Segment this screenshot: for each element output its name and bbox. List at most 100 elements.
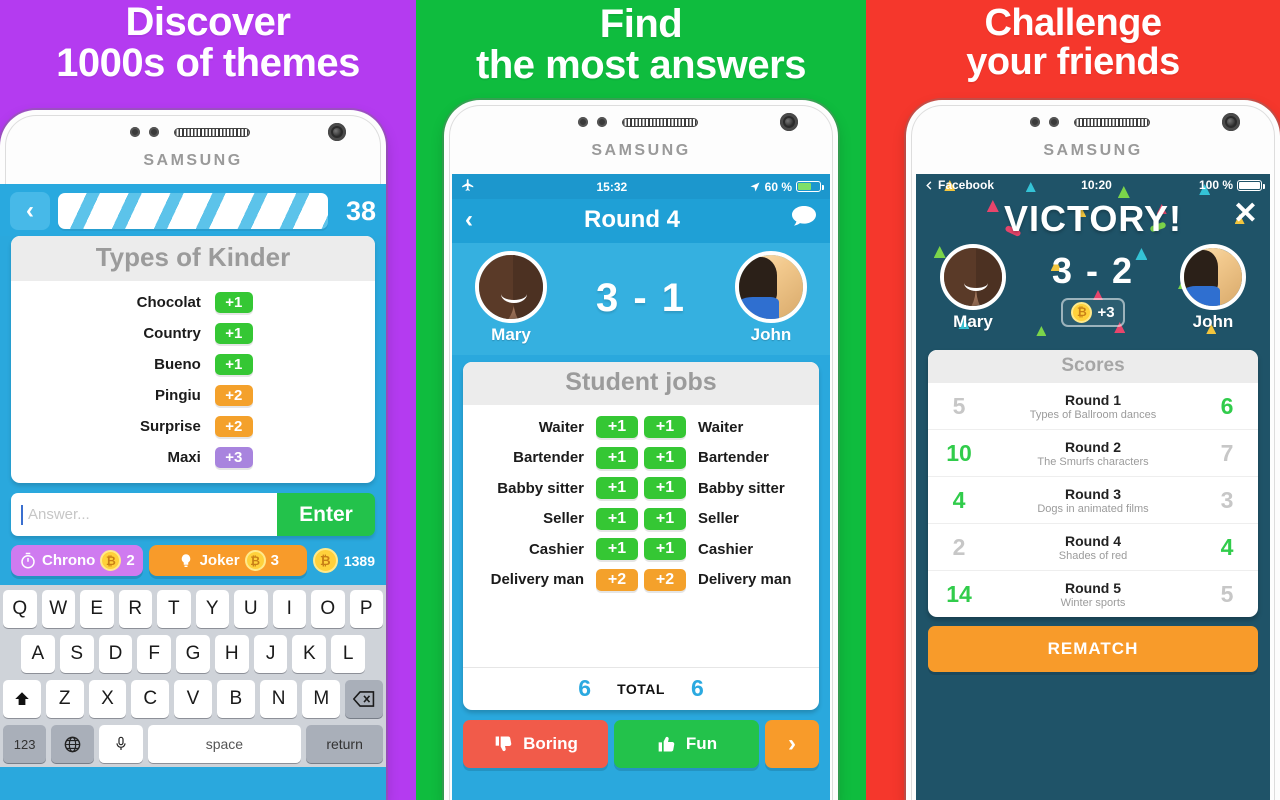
panel-1-headline-line1: Discover	[125, 0, 291, 44]
round-theme: Dogs in animated films	[1037, 503, 1149, 515]
coin-balance-display[interactable]: ₿ 1389	[312, 548, 375, 573]
chat-bubble-icon[interactable]	[791, 205, 817, 234]
phone-screen-2: 15:32 60 % ‹ Round 4 Mary 3 - 1 John Stu…	[452, 174, 830, 800]
answer-row: Chocolat +1	[11, 287, 375, 318]
left-points-cell: +1	[593, 507, 641, 530]
phone-brand-label-1: SAMSUNG	[143, 152, 243, 169]
phone-sensors-3	[1030, 117, 1156, 127]
key-g[interactable]: G	[176, 635, 210, 673]
key-f[interactable]: F	[137, 635, 172, 673]
status-back-app[interactable]: Facebook	[924, 178, 994, 192]
chrono-count: 2	[126, 552, 135, 569]
left-answer-label: Seller	[543, 510, 584, 528]
game-topbar: ‹ 38	[0, 184, 386, 236]
victory-title: VICTORY!	[1003, 198, 1182, 239]
shift-key[interactable]	[2, 680, 41, 718]
key-c[interactable]: C	[131, 680, 170, 718]
rematch-button[interactable]: REMATCH	[928, 626, 1258, 672]
dual-row: Delivery man +2 +2 Delivery man	[463, 565, 819, 596]
return-key[interactable]: return	[306, 725, 383, 763]
ios-status-bar: 15:32 60 %	[452, 174, 830, 199]
boring-button[interactable]: Boring	[463, 720, 608, 768]
right-answer-label: Babby sitter	[698, 479, 785, 497]
back-button[interactable]: ‹	[10, 192, 50, 230]
light-sensor-icon	[1049, 117, 1059, 127]
right-answer-label: Delivery man	[698, 571, 792, 589]
left-points-badge: +1	[596, 538, 638, 561]
final-score: 3 - 2	[1051, 249, 1135, 291]
score-row: 10 Round 2 The Smurfs characters 7	[928, 430, 1258, 477]
key-s[interactable]: S	[59, 635, 94, 673]
light-sensor-icon	[149, 127, 159, 137]
key-v[interactable]: V	[174, 680, 212, 718]
key-z[interactable]: Z	[45, 680, 84, 718]
key-l[interactable]: L	[331, 635, 366, 673]
key-n[interactable]: N	[259, 680, 298, 718]
round-score-right: 7	[1220, 440, 1234, 466]
phone-screen-3: Facebook 10:20 100 % VICTORY! ✕ Mary 3 -…	[916, 174, 1270, 800]
chrono-powerup-button[interactable]: Chrono ₿ 2	[11, 545, 143, 576]
round-score-left: 4	[952, 487, 966, 513]
answer-input-row: Answer... Enter	[11, 493, 375, 536]
airplane-mode-icon	[461, 178, 475, 195]
close-icon[interactable]: ✕	[1233, 196, 1258, 231]
left-points-cell: +1	[593, 538, 641, 561]
thumbs-down-icon	[495, 736, 512, 752]
right-points-badge: +1	[644, 507, 686, 530]
key-q[interactable]: Q	[3, 590, 37, 628]
key-m[interactable]: M	[302, 680, 341, 718]
keyboard-row-2: A S D F G H J K L	[3, 635, 383, 673]
key-p[interactable]: P	[349, 590, 383, 628]
phone-sensors-2	[578, 117, 704, 127]
key-x[interactable]: X	[88, 680, 127, 718]
phone-sensors-1	[130, 127, 256, 137]
promo-panel-discover: Discover 1000s of themes SAMSUNG ‹ 38 Ty…	[0, 0, 416, 800]
key-d[interactable]: D	[98, 635, 133, 673]
mic-key[interactable]	[99, 725, 143, 763]
key-r[interactable]: R	[118, 590, 152, 628]
ios-status-bar: Facebook 10:20 100 %	[916, 174, 1270, 196]
answer-points-badge: +2	[214, 385, 253, 406]
key-y[interactable]: Y	[195, 590, 229, 628]
player-right-name: John	[1192, 312, 1234, 331]
key-u[interactable]: U	[234, 590, 268, 628]
right-points-cell: +2	[641, 568, 689, 591]
proximity-sensor-icon	[130, 127, 140, 137]
answer-points-badge: +1	[214, 292, 253, 313]
key-k[interactable]: K	[292, 635, 327, 673]
globe-key[interactable]	[51, 725, 95, 763]
key-e[interactable]: E	[80, 590, 114, 628]
left-answer-label: Bartender	[513, 449, 584, 467]
right-points-badge: +2	[644, 568, 686, 591]
coin-icon: ₿	[312, 548, 338, 573]
answer-input-placeholder: Answer...	[28, 506, 90, 523]
backspace-key[interactable]	[345, 680, 384, 718]
next-button[interactable]: ›	[765, 720, 819, 768]
key-j[interactable]: J	[253, 635, 288, 673]
enter-button[interactable]: Enter	[277, 493, 375, 536]
proximity-sensor-icon	[1030, 117, 1040, 127]
answer-input[interactable]: Answer...	[11, 493, 277, 536]
key-o[interactable]: O	[311, 590, 345, 628]
microphone-icon	[116, 736, 126, 750]
panel-3-headline-line1: Challenge	[984, 2, 1162, 44]
phone-mockup-2: SAMSUNG 15:32 60 % ‹ Round 4 Mary 3 - 1 …	[444, 100, 838, 800]
round-label: Round 2	[1065, 439, 1121, 455]
numeric-key[interactable]: 123	[3, 725, 47, 763]
key-a[interactable]: A	[20, 635, 55, 673]
light-sensor-icon	[597, 117, 607, 127]
key-t[interactable]: T	[157, 590, 191, 628]
key-h[interactable]: H	[214, 635, 249, 673]
key-b[interactable]: B	[216, 680, 255, 718]
backspace-icon	[353, 691, 375, 707]
round-score-left: 14	[946, 581, 972, 607]
key-i[interactable]: I	[272, 590, 306, 628]
player-left-name: Mary	[491, 325, 531, 344]
space-key[interactable]: space	[147, 725, 302, 763]
joker-powerup-button[interactable]: Joker ₿ 3	[148, 545, 307, 576]
back-button[interactable]: ‹	[465, 206, 473, 234]
left-points-badge: +1	[596, 477, 638, 500]
key-w[interactable]: W	[41, 590, 75, 628]
phone-top-bezel-3: SAMSUNG	[906, 100, 1280, 174]
fun-button[interactable]: Fun	[614, 720, 759, 768]
